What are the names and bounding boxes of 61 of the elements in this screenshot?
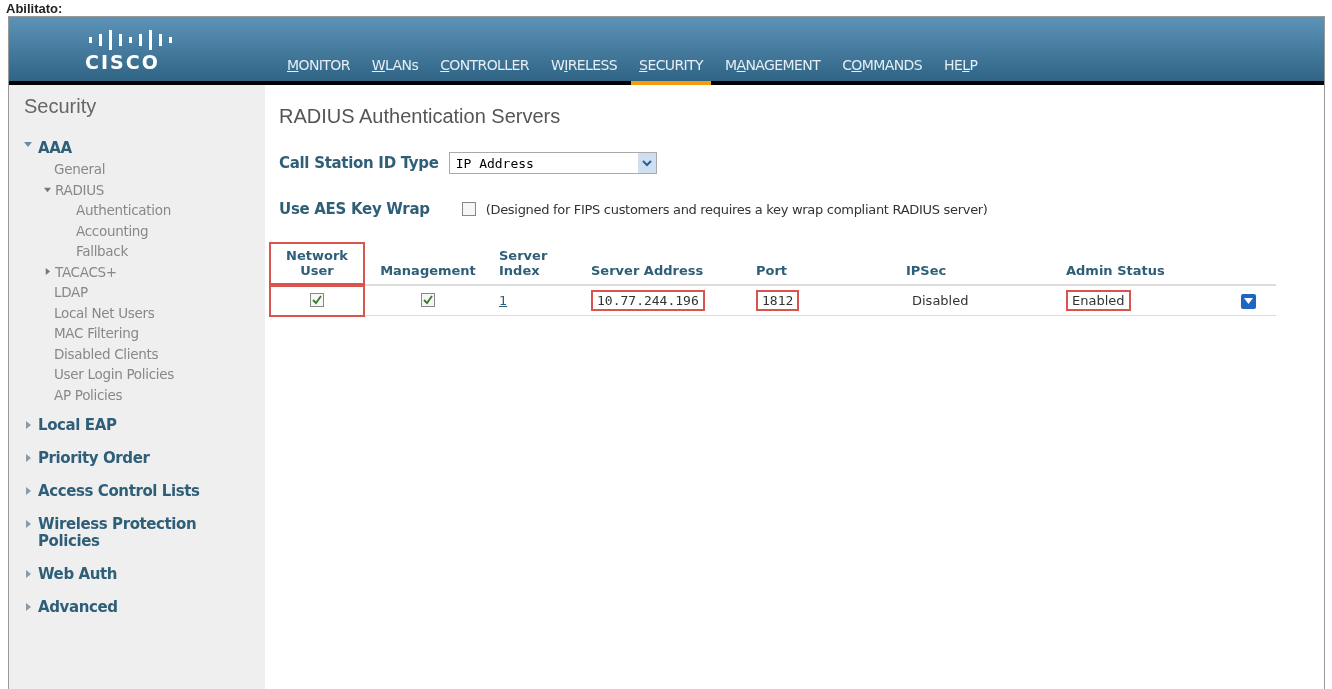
caret-down-icon	[24, 140, 32, 148]
sidebar-item[interactable]: MAC Filtering	[24, 323, 265, 344]
sidebar-section[interactable]: Wireless Protection Policies	[24, 516, 265, 550]
nav-tab[interactable]: COMMANDS	[834, 57, 931, 85]
sidebar-item[interactable]: Fallback	[24, 241, 265, 262]
sidebar-item[interactable]: Accounting	[24, 220, 265, 241]
sidebar-item[interactable]: RADIUS	[24, 179, 265, 200]
column-header: Server Index	[493, 244, 585, 285]
sidebar-item[interactable]: AP Policies	[24, 384, 265, 405]
caret-right-icon	[24, 487, 32, 495]
sidebar-item[interactable]: Disabled Clients	[24, 343, 265, 364]
caret-right-icon	[24, 454, 32, 462]
nav-tab[interactable]: WIRELESS	[542, 57, 626, 85]
caret-right-icon	[24, 570, 32, 578]
call-station-select[interactable]: IP Address	[448, 152, 657, 174]
table-cell: Enabled	[1066, 289, 1131, 311]
sidebar-section[interactable]: Advanced	[24, 599, 265, 616]
caret-right-icon	[44, 268, 51, 276]
column-header: Admin Status	[1060, 244, 1220, 285]
column-header: IPSec	[900, 244, 1060, 285]
column-header: Management	[363, 244, 493, 285]
checkbox[interactable]	[461, 202, 476, 216]
nav-tab[interactable]: MONITOR	[279, 57, 358, 85]
sidebar-item[interactable]: TACACS+	[24, 261, 265, 282]
field-label: Use AES Key Wrap	[279, 200, 430, 218]
sidebar-section[interactable]: Priority Order	[24, 450, 265, 467]
sidebar-item[interactable]: Authentication	[24, 200, 265, 221]
sidebar-item[interactable]: LDAP	[24, 282, 265, 303]
caption-text: Abilitato:	[5, 0, 63, 16]
sidebar-item[interactable]: User Login Policies	[24, 364, 265, 385]
logo-text: CISCO	[85, 51, 160, 73]
row-menu-button[interactable]	[1240, 293, 1256, 309]
server-index-link[interactable]: 1	[499, 292, 508, 308]
sidebar-section[interactable]: Web Auth	[24, 566, 265, 583]
note-text: (Designed for FIPS customers and requires a key wrap compliant RADIUS server)	[485, 201, 988, 217]
caret-right-icon	[24, 421, 32, 429]
sidebar-section[interactable]: AAA	[24, 140, 265, 157]
sidebar-item[interactable]: Local Net Users	[24, 302, 265, 323]
nav-tab[interactable]: MANAGEMENT	[717, 57, 829, 85]
caret-down-icon	[1243, 298, 1253, 304]
checkbox[interactable]	[421, 292, 435, 307]
sidebar-section[interactable]: Local EAP	[24, 417, 265, 434]
page-title: RADIUS Authentication Servers	[279, 105, 562, 128]
nav-tab[interactable]: SECURITY	[631, 57, 712, 85]
nav-tab[interactable]: HELP	[936, 57, 986, 85]
sidebar-item[interactable]: General	[24, 159, 265, 180]
table-cell: 1812	[756, 289, 800, 311]
sidebar-section[interactable]: Access Control Lists	[24, 483, 265, 500]
caret-right-icon	[24, 603, 32, 611]
nav-tab[interactable]: WLANs	[363, 57, 427, 85]
table-cell-text: Disabled	[911, 291, 970, 310]
column-header: Port	[750, 244, 900, 285]
caret-right-icon	[24, 520, 32, 528]
column-header: Server Address	[585, 244, 750, 285]
field-label: Call Station ID Type	[279, 154, 439, 172]
nav-tab[interactable]: CONTROLLER	[432, 57, 537, 85]
sidebar-title: Security	[24, 95, 98, 118]
column-header: Network User	[271, 244, 363, 285]
table-cell: 10.77.244.196	[591, 289, 705, 311]
checkbox[interactable]	[310, 292, 324, 307]
caret-down-icon	[44, 186, 51, 194]
